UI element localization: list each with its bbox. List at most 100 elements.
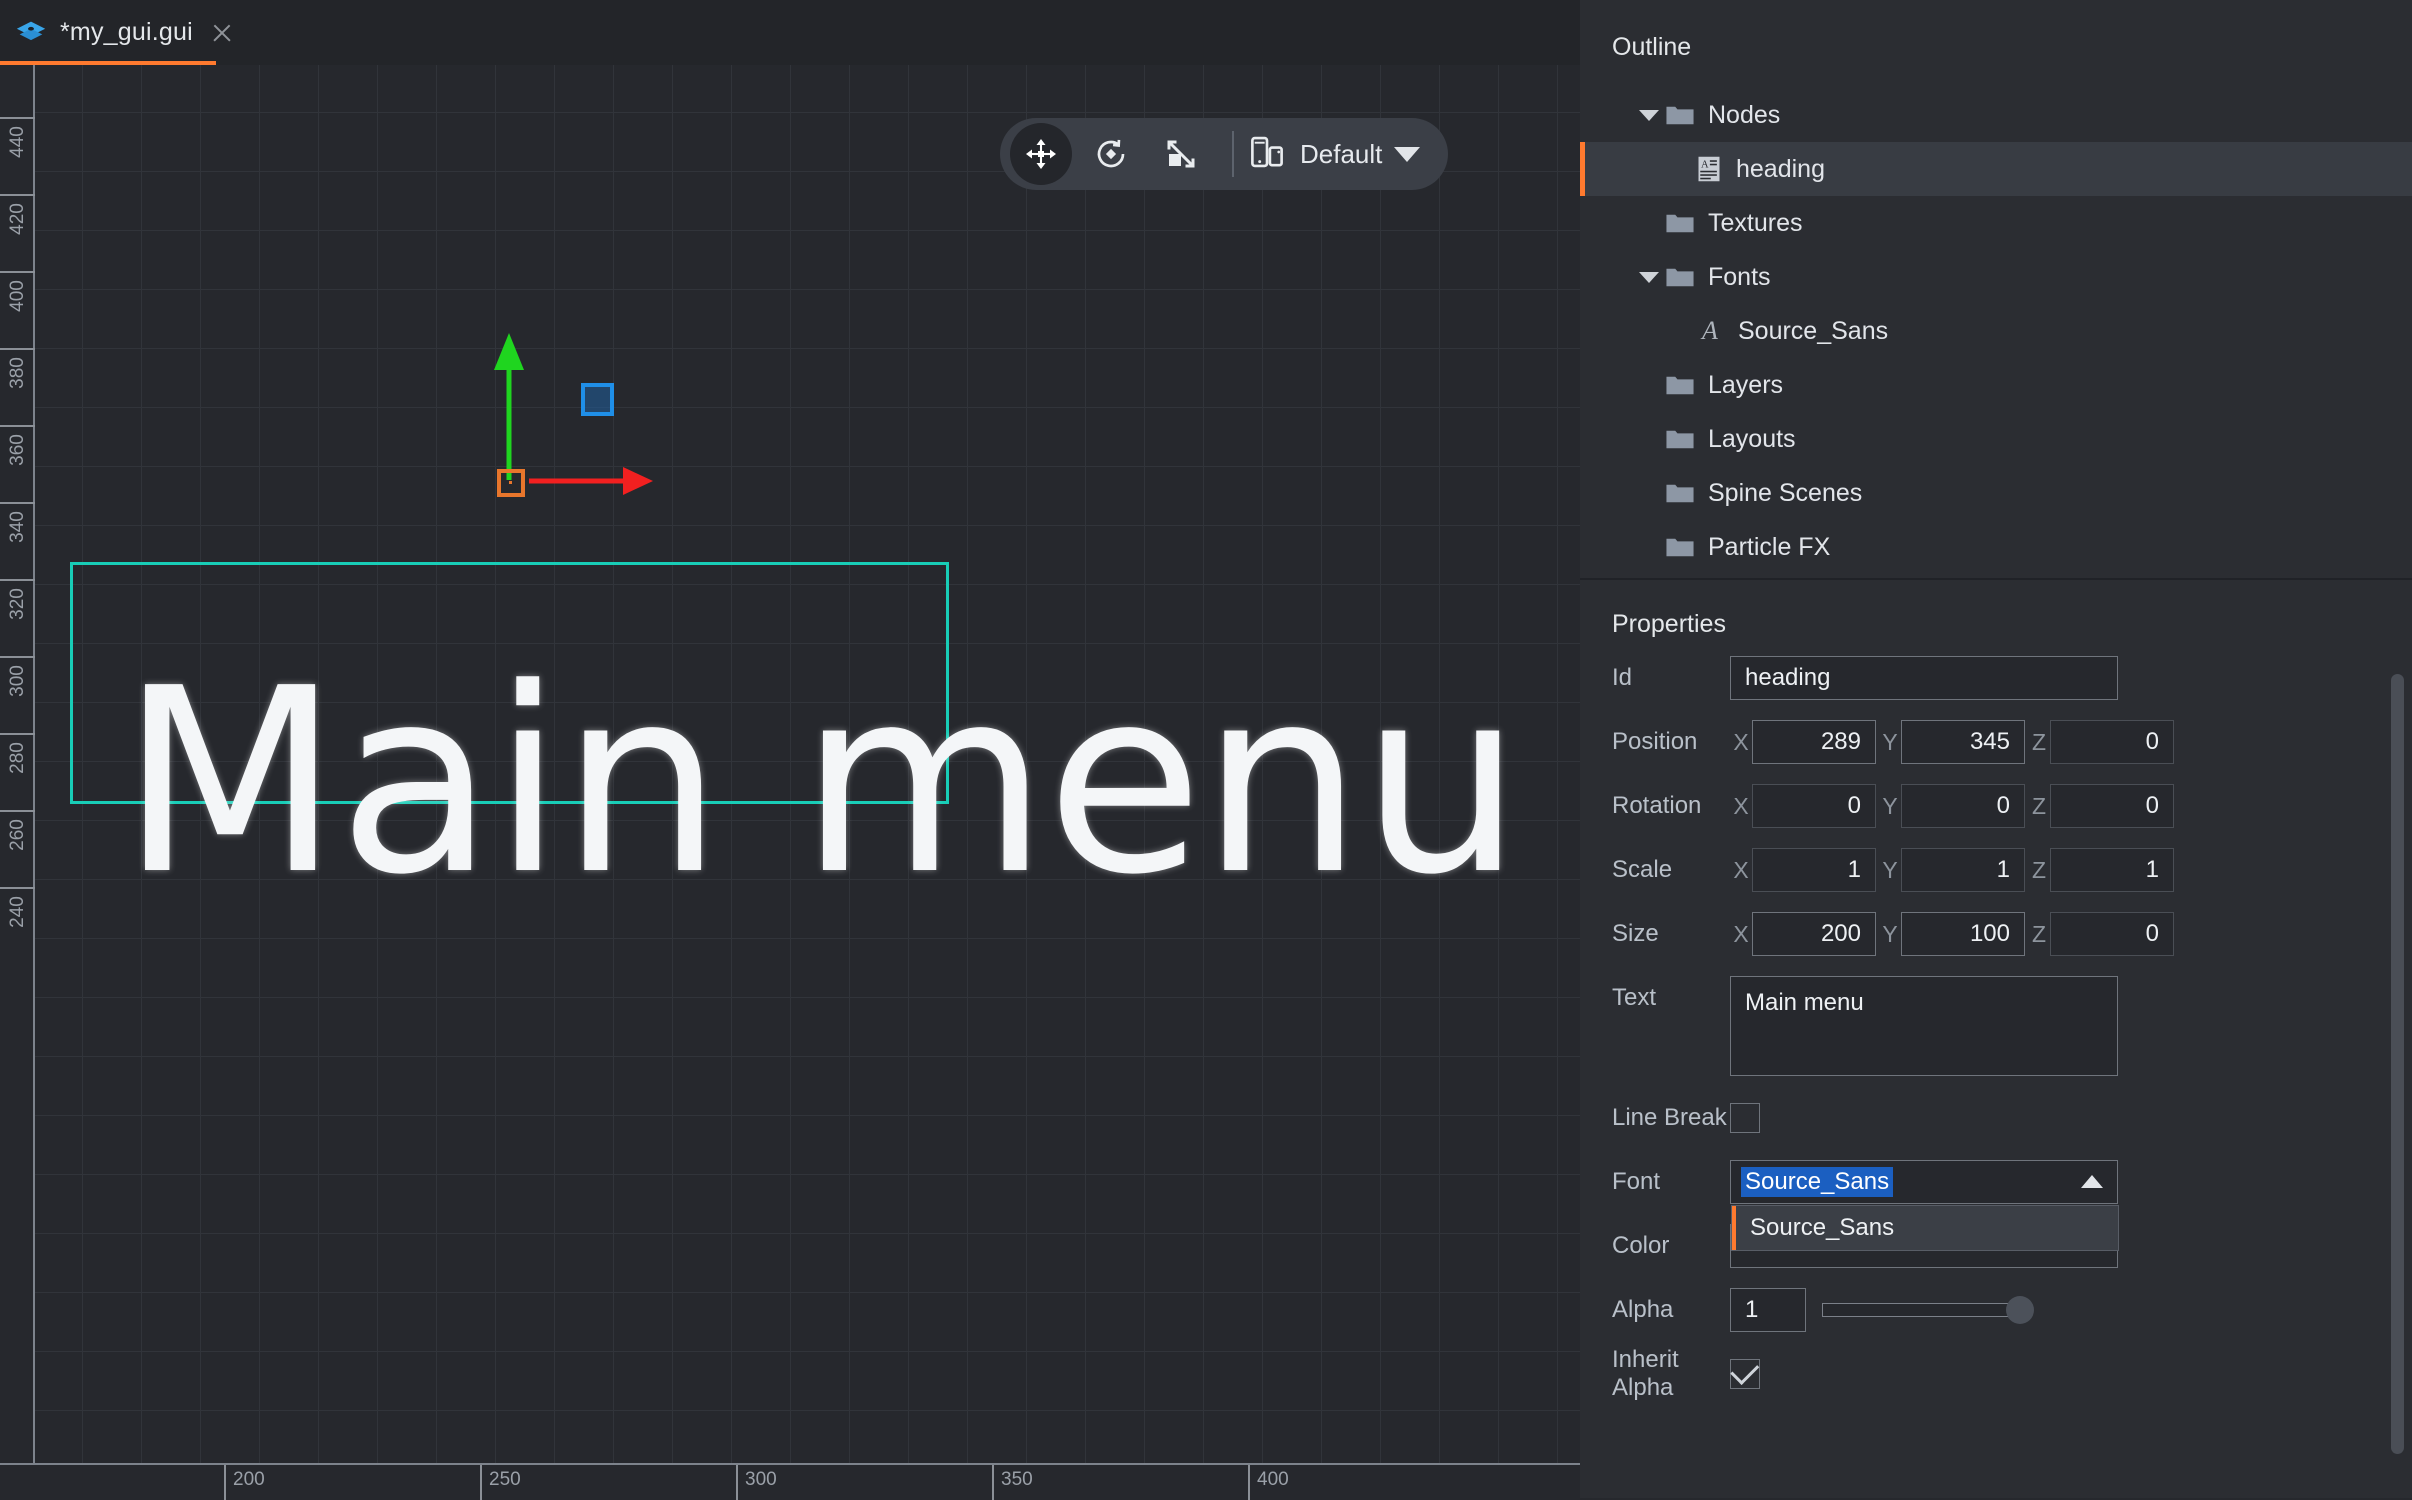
gui-canvas[interactable]: Main menu [35, 65, 1580, 1463]
property-row-inherit-alpha: Inherit Alpha [1580, 1352, 2412, 1396]
axis-z-label: Z [2028, 793, 2050, 820]
ruler-v-tick-label: 300 [7, 647, 29, 715]
outline-item-heading[interactable]: A heading [1580, 142, 2412, 196]
folder-icon [1666, 212, 1694, 234]
position-x-input[interactable]: 289 [1752, 720, 1876, 764]
outline-item-label: Layers [1708, 371, 1783, 400]
size-z-input[interactable]: 0 [2050, 912, 2174, 956]
size-y-input[interactable]: 100 [1901, 912, 2025, 956]
ruler-h-tick-label: 250 [489, 1469, 521, 1491]
ruler-vertical: 440 420 400 380 360 340 320 300 280 260 … [0, 65, 35, 1463]
size-x-input[interactable]: 200 [1752, 912, 1876, 956]
folder-icon [1666, 482, 1694, 504]
folder-icon [1666, 266, 1694, 288]
editor-tab-my-gui[interactable]: *my_gui.gui [0, 0, 257, 65]
rotate-icon [1093, 136, 1129, 172]
id-input[interactable]: heading [1730, 656, 2118, 700]
outline-item-label: Particle FX [1708, 533, 1830, 562]
right-panels: Outline Nodes A [1580, 0, 2412, 1498]
ruler-v-tick-label: 320 [7, 570, 29, 638]
outline-item-fonts[interactable]: Fonts [1580, 250, 2412, 304]
outline-item-label: heading [1736, 155, 1825, 184]
font-combobox[interactable]: Source_Sans Source_Sans [1730, 1160, 2118, 1204]
inherit-alpha-label: Inherit Alpha [1612, 1346, 1730, 1402]
property-row-alpha: Alpha 1 [1580, 1288, 2412, 1332]
outline-item-nodes[interactable]: Nodes [1580, 88, 2412, 142]
axis-y-label: Y [1879, 921, 1901, 948]
property-row-font: Font Source_Sans Source_Sans [1580, 1160, 2412, 1204]
line-break-checkbox[interactable] [1730, 1103, 1760, 1133]
rotate-tool-button[interactable] [1080, 123, 1142, 185]
position-z-input[interactable]: 0 [2050, 720, 2174, 764]
axis-z-label: Z [2028, 857, 2050, 884]
ruler-v-tick-label: 240 [7, 878, 29, 946]
ruler-v-tick-label: 340 [7, 493, 29, 561]
device-layout-icon [1248, 135, 1286, 174]
folder-icon [1666, 374, 1694, 396]
font-dropdown-option[interactable]: Source_Sans [1732, 1206, 2118, 1250]
gui-text-node[interactable]: Main menu [120, 655, 1520, 910]
layout-selector[interactable]: Default [1248, 135, 1442, 174]
layout-name-label: Default [1300, 139, 1382, 170]
ruler-v-tick-label: 360 [7, 416, 29, 484]
text-input[interactable]: Main menu [1730, 976, 2118, 1076]
alpha-input[interactable]: 1 [1730, 1288, 1806, 1332]
alpha-slider-thumb[interactable] [2006, 1296, 2034, 1324]
axis-x-label: X [1730, 921, 1752, 948]
editor-area: *my_gui.gui Main menu [0, 0, 1580, 1498]
id-label: Id [1612, 664, 1730, 692]
ruler-v-tick-label: 260 [7, 801, 29, 869]
outline-tree: Nodes A heading [1580, 88, 2412, 574]
outline-item-layers[interactable]: Layers [1580, 358, 2412, 412]
axis-z-label: Z [2028, 921, 2050, 948]
ruler-v-tick-label: 440 [7, 108, 29, 176]
scale-tool-button[interactable] [1150, 123, 1212, 185]
close-icon[interactable] [209, 20, 235, 46]
outline-item-textures[interactable]: Textures [1580, 196, 2412, 250]
alpha-label: Alpha [1612, 1296, 1730, 1324]
position-y-input[interactable]: 345 [1901, 720, 2025, 764]
outline-item-label: Source_Sans [1738, 317, 1888, 346]
ruler-v-tick-label: 420 [7, 185, 29, 253]
axis-x-label: X [1730, 793, 1752, 820]
alpha-slider[interactable] [1822, 1288, 2028, 1332]
outline-item-spine-scenes[interactable]: Spine Scenes [1580, 466, 2412, 520]
outline-item-layouts[interactable]: Layouts [1580, 412, 2412, 466]
font-dropdown-list: Source_Sans [1731, 1205, 2119, 1251]
rotation-y-input[interactable]: 0 [1901, 784, 2025, 828]
outline-item-particle-fx[interactable]: Particle FX [1580, 520, 2412, 574]
position-label: Position [1612, 728, 1730, 756]
scale-z-input[interactable]: 1 [2050, 848, 2174, 892]
chevron-down-icon[interactable] [1394, 147, 1420, 162]
ruler-h-tick-label: 350 [1001, 1469, 1033, 1491]
ruler-v-tick-label: 400 [7, 262, 29, 330]
inherit-alpha-checkbox[interactable] [1730, 1359, 1760, 1389]
rotation-x-input[interactable]: 0 [1752, 784, 1876, 828]
axis-x-label: X [1730, 857, 1752, 884]
tab-bar: *my_gui.gui [0, 0, 1580, 65]
move-tool-button[interactable] [1010, 123, 1072, 185]
axis-x-label: X [1730, 729, 1752, 756]
svg-text:A: A [1701, 159, 1709, 170]
scale-x-input[interactable]: 1 [1752, 848, 1876, 892]
property-row-id: Id heading [1580, 656, 2412, 700]
ruler-h-tick-label: 200 [233, 1469, 265, 1491]
twisty-expanded-icon[interactable] [1636, 272, 1662, 283]
property-row-position: Position X 289 Y 345 Z 0 [1580, 720, 2412, 764]
font-selected-value: Source_Sans [1741, 1167, 1893, 1197]
outline-title: Outline [1612, 33, 1691, 62]
scale-y-input[interactable]: 1 [1901, 848, 2025, 892]
folder-icon [1666, 104, 1694, 126]
toolbar-separator [1232, 131, 1234, 177]
font-label: Font [1612, 1168, 1730, 1196]
property-row-size: Size X 200 Y 100 Z 0 [1580, 912, 2412, 956]
scale-label: Scale [1612, 856, 1730, 884]
rotation-z-input[interactable]: 0 [2050, 784, 2174, 828]
twisty-expanded-icon[interactable] [1636, 110, 1662, 121]
text-node-icon: A [1696, 155, 1722, 183]
ruler-v-tick-label: 280 [7, 724, 29, 792]
outline-item-source-sans[interactable]: A Source_Sans [1580, 304, 2412, 358]
chevron-up-icon[interactable] [2081, 1175, 2103, 1188]
scale-icon [1163, 136, 1199, 172]
properties-panel: Properties Id heading Position X 289 Y 3… [1580, 582, 2412, 1498]
